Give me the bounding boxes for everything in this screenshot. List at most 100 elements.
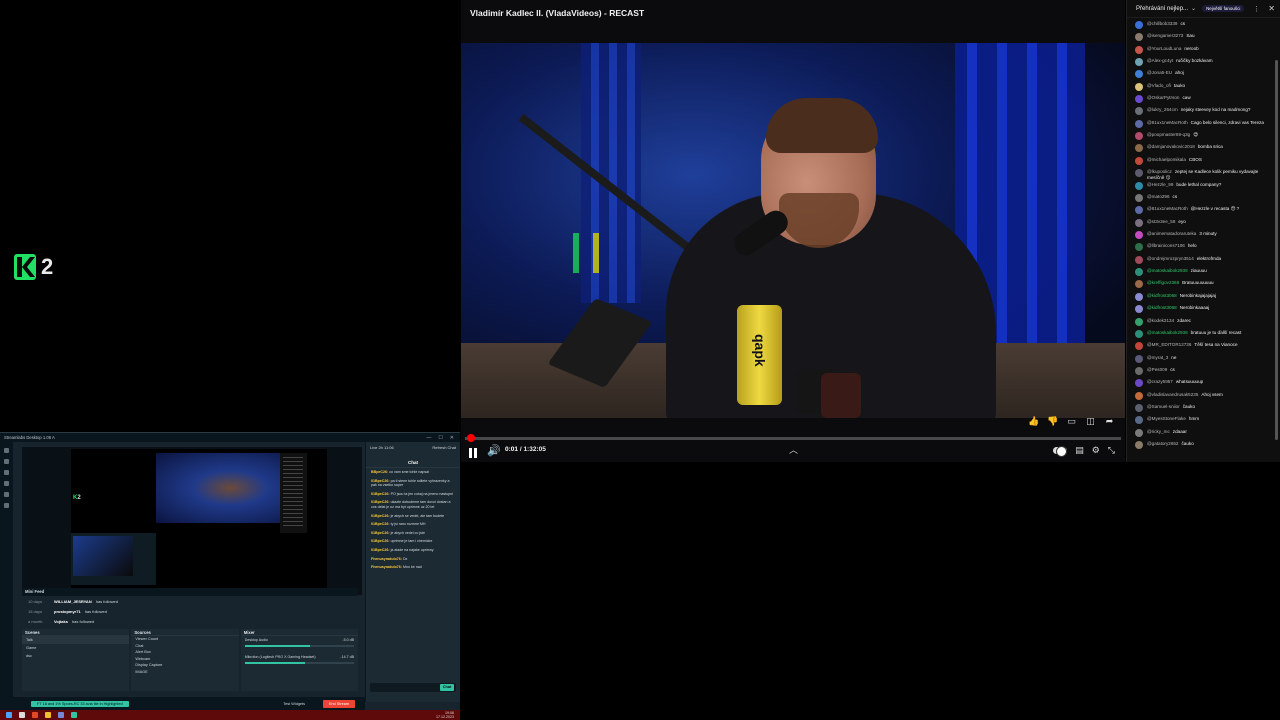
subtitles-icon[interactable]: ▤: [1075, 444, 1084, 456]
volume-slider[interactable]: [244, 645, 355, 647]
chat-message[interactable]: @Alex-gc4yt ručičky bozkávam: [1135, 57, 1274, 69]
chat-message[interactable]: @matoskaibok2938 bratuuu je tu ďalší reca…: [1135, 329, 1274, 341]
chat-message[interactable]: @Samuel-sniior čauko: [1135, 403, 1274, 415]
chat-message[interactable]: @vladislavandrusak5235 Ahoj vsem: [1135, 391, 1274, 403]
chat-scrollbar[interactable]: [1275, 60, 1278, 440]
feed-row[interactable]: 10 days WILLIAM_JESRYAN has followed: [22, 597, 358, 607]
search-icon[interactable]: [19, 712, 25, 718]
chat-username[interactable]: @vladislavandrusak5235: [1147, 392, 1198, 397]
store-icon[interactable]: [4, 470, 9, 475]
avatar[interactable]: [1135, 329, 1143, 338]
chat-username[interactable]: @gatatory2652: [1147, 441, 1178, 446]
chat-username[interactable]: @mato296: [1147, 194, 1170, 199]
video-title[interactable]: Vladimír Kadlec II. (VladaVideos) - RECA…: [470, 8, 644, 18]
avatar[interactable]: [1135, 33, 1143, 42]
chat-message[interactable]: @Hezzle_99 bude lethal company?: [1135, 181, 1274, 193]
chat-message[interactable]: @llbrainicons7106 helo: [1135, 242, 1274, 254]
chat-username[interactable]: @81ux1neMacRoth: [1147, 206, 1188, 211]
chat-message[interactable]: @Vlado_ofi tauko: [1135, 82, 1274, 94]
chat-message[interactable]: @kreffigov2368 Bratuuuuuuuuu: [1135, 279, 1274, 291]
chat-message[interactable]: @crazy5957 whatsuuuuup: [1135, 378, 1274, 390]
chat-message[interactable]: @isengamer3273 Sau: [1135, 32, 1274, 44]
chat-username[interactable]: @kidfrost3068: [1147, 293, 1177, 298]
close-icon[interactable]: ✕: [1263, 4, 1280, 13]
chat-message[interactable]: @animematadoraruteka 3 minuty: [1135, 230, 1274, 242]
chat-icon[interactable]: ◫: [1085, 416, 1096, 427]
chat-username[interactable]: @81ux1neMacRoth: [1147, 120, 1188, 125]
avatar[interactable]: [1135, 342, 1143, 351]
avatar[interactable]: [1135, 194, 1143, 203]
collapse-icon[interactable]: ⤡: [1108, 444, 1115, 456]
like-icon[interactable]: 👍: [1028, 416, 1039, 427]
chat-message[interactable]: @matoskaibok2938 ziauuuu: [1135, 267, 1274, 279]
chat-message[interactable]: @lkupoolicz zeptej se Kadlece kolik pemik…: [1135, 168, 1274, 181]
discord-icon[interactable]: [58, 712, 64, 718]
avatar[interactable]: [1135, 391, 1143, 400]
volume-icon[interactable]: 🔊: [487, 444, 501, 457]
avatar[interactable]: [1135, 82, 1143, 91]
chat-username[interactable]: @ricky_mc: [1147, 429, 1170, 434]
chat-username[interactable]: @MyesStoneFlake: [1147, 416, 1186, 421]
avatar[interactable]: [1135, 268, 1143, 277]
stream-preview[interactable]: K2: [22, 447, 362, 595]
avatar[interactable]: [1135, 206, 1143, 215]
avatar[interactable]: [1135, 255, 1143, 264]
feed-row[interactable]: 15 days prostopmyr71 has followed: [22, 607, 358, 617]
scene-item[interactable]: Game: [22, 644, 129, 652]
chat-message[interactable]: @lukry_264cm nejaky steevey kod na madmon…: [1135, 106, 1274, 118]
chat-username[interactable]: @chillbob3339: [1147, 21, 1177, 26]
avatar[interactable]: [1135, 119, 1143, 128]
chat-username[interactable]: @llbrainicons7106: [1147, 243, 1185, 248]
chat-message[interactable]: @damjanovakovic2018 bomba srica: [1135, 143, 1274, 155]
chat-username[interactable]: @lukry_264cm: [1147, 107, 1178, 112]
end-stream-button[interactable]: End Stream: [322, 700, 355, 708]
chat-username[interactable]: @Vlado_ofi: [1147, 83, 1171, 88]
close-icon[interactable]: ✕: [450, 435, 454, 441]
chat-username[interactable]: @kreffigov2368: [1147, 280, 1179, 285]
video-player[interactable]: Vladimír Kadlec II. (VladaVideos) - RECA…: [461, 0, 1125, 462]
avatar[interactable]: [1135, 21, 1143, 29]
feed-row[interactable]: a month Vojtaks has followed: [22, 617, 358, 627]
chat-username[interactable]: @kidfrost3068: [1147, 305, 1177, 310]
chat-message[interactable]: @michaelpomikala CBOS: [1135, 156, 1274, 168]
video-frame[interactable]: qapk: [461, 43, 1125, 418]
chat-username[interactable]: @animematadoraruteka: [1147, 231, 1196, 236]
maximize-icon[interactable]: ☐: [438, 435, 442, 441]
chat-username[interactable]: @Samuel-sniior: [1147, 404, 1180, 409]
status-banner[interactable]: FT 18 and 1% Spoes-RC 33 avia tile in Hi…: [31, 701, 129, 707]
chevron-down-icon[interactable]: ⌄: [1191, 5, 1196, 12]
volume-slider[interactable]: [244, 662, 355, 664]
chat-username[interactable]: @Hezzle_99: [1147, 182, 1173, 187]
clock[interactable]: 19:06 17.12.2023: [436, 711, 460, 719]
chat-message[interactable]: @ricky_mc zdaaar: [1135, 428, 1274, 440]
progress-bar[interactable]: [465, 434, 1121, 442]
chat-message[interactable]: @Pes009 cs: [1135, 366, 1274, 378]
avatar[interactable]: [1135, 280, 1143, 289]
chat-send-button[interactable]: Chat: [440, 684, 454, 691]
avatar[interactable]: [1135, 428, 1143, 437]
chat-message[interactable]: @myrat_3 ne: [1135, 354, 1274, 366]
chat-message[interactable]: @MyesStoneFlake hmm: [1135, 415, 1274, 427]
chat-message[interactable]: @st3v3ee_58 eyo: [1135, 218, 1274, 230]
avatar[interactable]: [1135, 292, 1143, 301]
avatar[interactable]: [1135, 416, 1143, 425]
avatar[interactable]: [1135, 379, 1143, 388]
scene-item[interactable]: dsc: [22, 652, 129, 660]
chat-username[interactable]: @matoskaibok2938: [1147, 330, 1188, 335]
chat-message[interactable]: @kidfrost3068 Nerobinkaaaaj: [1135, 304, 1274, 316]
progress-scrubber[interactable]: [467, 434, 475, 442]
chat-username[interactable]: @crazy5957: [1147, 379, 1173, 384]
chat-username[interactable]: @Jona5-EU: [1147, 70, 1172, 75]
avatar[interactable]: [1135, 317, 1143, 326]
chat-username[interactable]: @lkupoolicz: [1147, 169, 1172, 174]
avatar[interactable]: [1135, 45, 1143, 54]
test-widgets-button[interactable]: Test Widgets: [283, 697, 305, 710]
avatar[interactable]: [1135, 231, 1143, 240]
chat-username[interactable]: @Alex-gc4yt: [1147, 58, 1173, 63]
settings-gear-icon[interactable]: ⚙: [1092, 444, 1100, 456]
apps-icon[interactable]: [4, 481, 9, 486]
avatar[interactable]: [1135, 243, 1143, 252]
avatar[interactable]: [1135, 440, 1143, 449]
chevron-up-icon[interactable]: ︿: [789, 443, 798, 456]
chat-message[interactable]: @mato296 cs: [1135, 193, 1274, 205]
